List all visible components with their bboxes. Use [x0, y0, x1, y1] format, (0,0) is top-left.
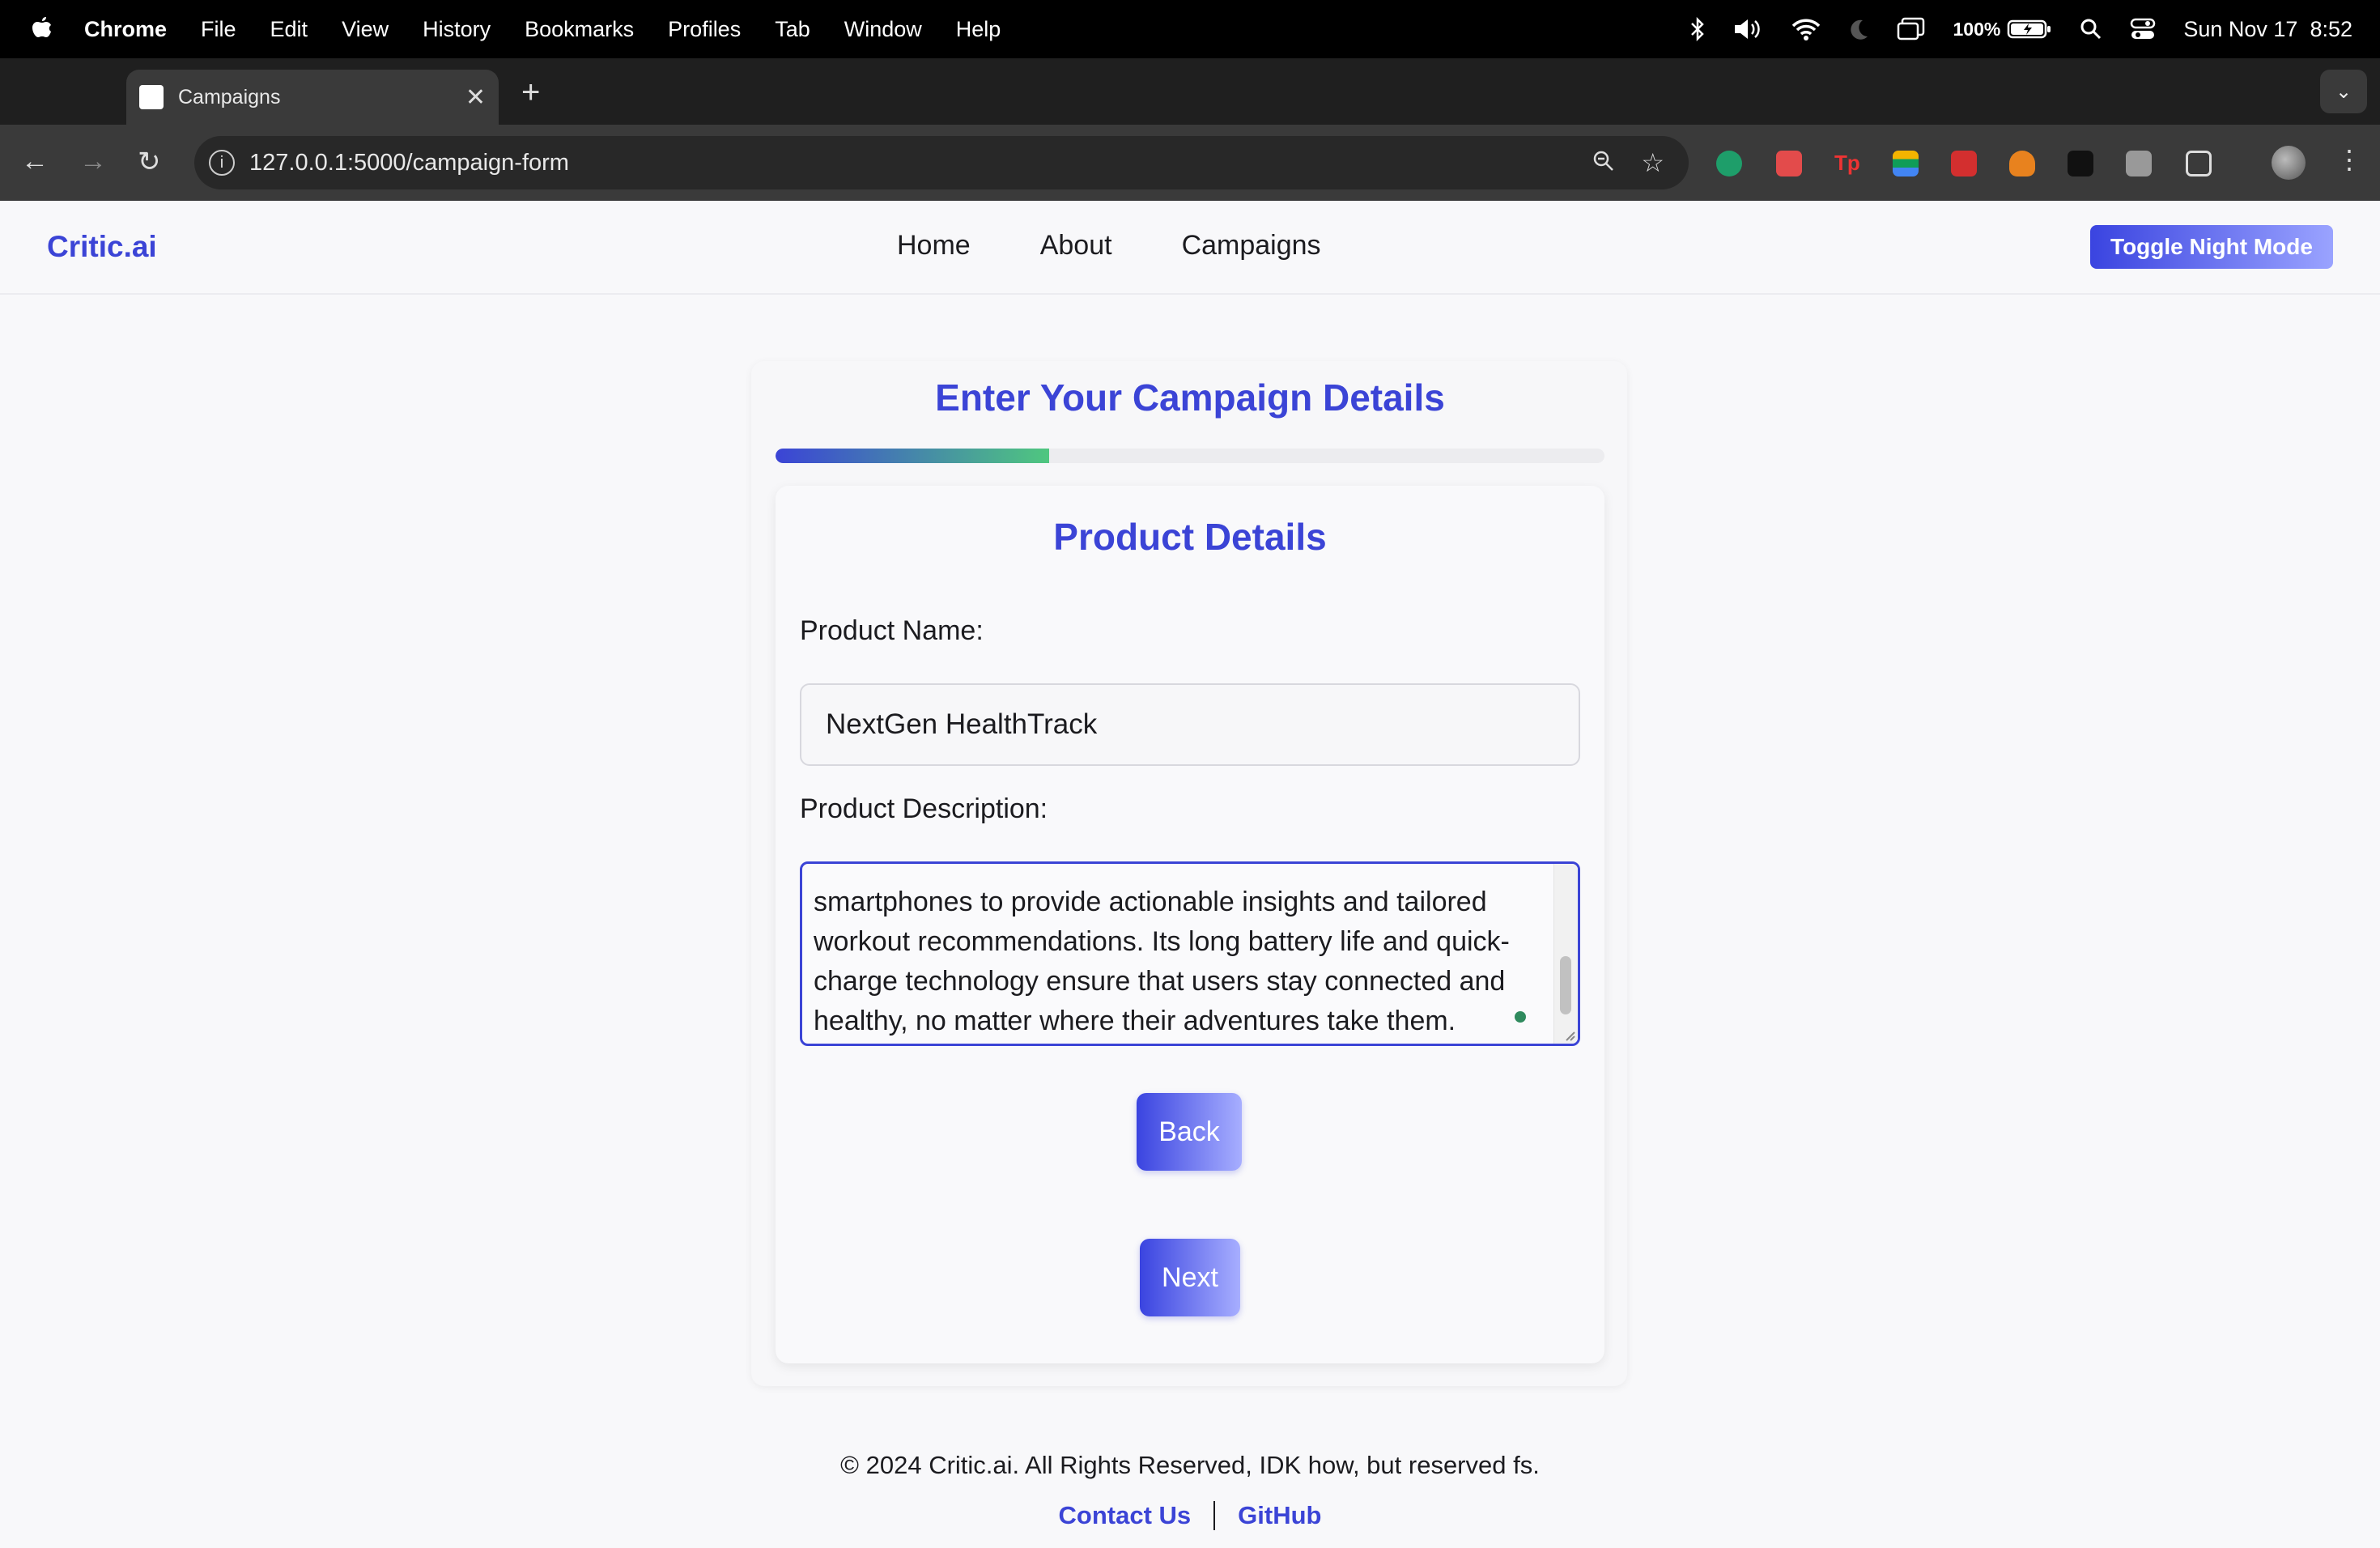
menu-edit[interactable]: Edit [270, 17, 308, 42]
moon-icon[interactable] [1848, 18, 1869, 40]
extensions-puzzle-icon[interactable] [2186, 151, 2212, 176]
site-navbar: Critic.ai Home About Campaigns Toggle Ni… [0, 201, 2380, 295]
form-progress-fill [776, 449, 1049, 463]
product-description-textarea[interactable]: smartphones to provide actionable insigh… [800, 861, 1580, 1046]
apple-logo-icon[interactable] [31, 15, 53, 43]
address-bar[interactable]: i 127.0.0.1:5000/campaign-form ☆ [194, 136, 1689, 189]
site-brand[interactable]: Critic.ai [47, 230, 157, 264]
grammarly-icon[interactable] [1716, 151, 1742, 176]
menu-history[interactable]: History [423, 17, 491, 42]
next-button[interactable]: Next [1140, 1239, 1240, 1316]
toggle-night-mode-button[interactable]: Toggle Night Mode [2090, 225, 2333, 269]
address-url[interactable]: 127.0.0.1:5000/campaign-form [249, 150, 569, 176]
profile-avatar[interactable] [2272, 146, 2306, 180]
menu-window[interactable]: Window [844, 17, 922, 42]
reload-icon[interactable]: ↻ [138, 146, 161, 178]
footer-links: Contact Us GitHub [0, 1501, 2380, 1530]
form-title: Enter Your Campaign Details [935, 376, 1445, 419]
grammarly-status-dot-icon[interactable] [1515, 1011, 1526, 1023]
zoom-icon[interactable] [1592, 149, 1616, 180]
menu-view[interactable]: View [342, 17, 389, 42]
product-description-label: Product Description: [800, 793, 1048, 824]
new-tab-icon[interactable]: + [521, 74, 540, 111]
bookmark-star-icon[interactable]: ☆ [1641, 147, 1664, 178]
product-name-label: Product Name: [800, 615, 984, 646]
description-line-4: healthy, no matter where their adventure… [814, 1006, 1456, 1036]
site-nav-links: Home About Campaigns [897, 230, 1391, 262]
macos-menu-bar: Chrome File Edit View History Bookmarks … [0, 0, 2380, 58]
textarea-scrollbar-thumb[interactable] [1560, 956, 1571, 1014]
color-extension-icon[interactable] [1893, 151, 1919, 176]
browser-tab-campaigns[interactable]: Campaigns ✕ [126, 70, 499, 125]
tab-close-icon[interactable]: ✕ [465, 83, 486, 112]
nav-home[interactable]: Home [897, 230, 971, 262]
tab-title: Campaigns [178, 85, 281, 108]
form-progress-bar [776, 449, 1604, 463]
forward-arrow-icon[interactable]: → [79, 146, 107, 177]
menu-profiles[interactable]: Profiles [668, 17, 741, 42]
menu-tab[interactable]: Tab [775, 17, 810, 42]
volume-icon[interactable] [1733, 17, 1764, 41]
chrome-menu-icon[interactable]: ⋮ [2336, 144, 2362, 175]
metamask-fox-icon[interactable] [2009, 151, 2035, 176]
github-link[interactable]: GitHub [1238, 1501, 1321, 1530]
resize-grip-icon[interactable] [1562, 1027, 1576, 1042]
bluetooth-icon[interactable] [1689, 17, 1706, 41]
tab-search-chevron-icon[interactable]: ⌄ [2320, 70, 2367, 113]
footer-copyright: © 2024 Critic.ai. All Rights Reserved, I… [840, 1451, 1540, 1479]
battery-percentage: 100% [1953, 18, 2001, 40]
contact-us-link[interactable]: Contact Us [1059, 1501, 1192, 1530]
product-name-input[interactable] [800, 683, 1580, 766]
control-center-icon[interactable] [2130, 18, 2156, 40]
screen-mirroring-icon[interactable] [1897, 17, 1926, 41]
menu-app-name[interactable]: Chrome [84, 17, 167, 42]
menubar-clock[interactable]: Sun Nov 17 8:52 [2183, 17, 2352, 42]
red-extension-icon[interactable] [1776, 151, 1802, 176]
footer-divider [1213, 1501, 1216, 1530]
site-info-icon[interactable]: i [209, 150, 235, 176]
product-description-text: smartphones to provide actionable insigh… [814, 864, 1526, 1041]
menu-file[interactable]: File [201, 17, 236, 42]
browser-tab-strip: Campaigns ✕ + ⌄ [0, 58, 2380, 125]
menu-bookmarks[interactable]: Bookmarks [525, 17, 634, 42]
wifi-icon[interactable] [1791, 18, 1821, 40]
description-line-2: workout recommendations. Its long batter… [814, 926, 1510, 957]
tab-favicon-icon [139, 85, 164, 109]
description-line-3: charge technology ensure that users stay… [814, 966, 1506, 997]
gray-extension-icon[interactable] [2126, 151, 2152, 176]
textarea-scrollbar[interactable] [1553, 864, 1578, 1044]
red-play-extension-icon[interactable] [1951, 151, 1977, 176]
section-title: Product Details [1053, 516, 1327, 558]
description-line-1: smartphones to provide actionable insigh… [814, 887, 1487, 917]
battery-charging-icon[interactable] [2007, 19, 2052, 40]
spotlight-search-icon[interactable] [2080, 18, 2102, 40]
nav-campaigns[interactable]: Campaigns [1182, 230, 1321, 262]
nav-about[interactable]: About [1040, 230, 1112, 262]
browser-toolbar: ← → ↻ i 127.0.0.1:5000/campaign-form ☆ T… [0, 125, 2380, 201]
menu-help[interactable]: Help [956, 17, 1001, 42]
tp-extension-icon[interactable]: Tp [1834, 151, 1860, 176]
back-button[interactable]: Back [1137, 1093, 1242, 1171]
dark-extension-icon[interactable] [2068, 151, 2093, 176]
back-arrow-icon[interactable]: ← [21, 146, 49, 177]
